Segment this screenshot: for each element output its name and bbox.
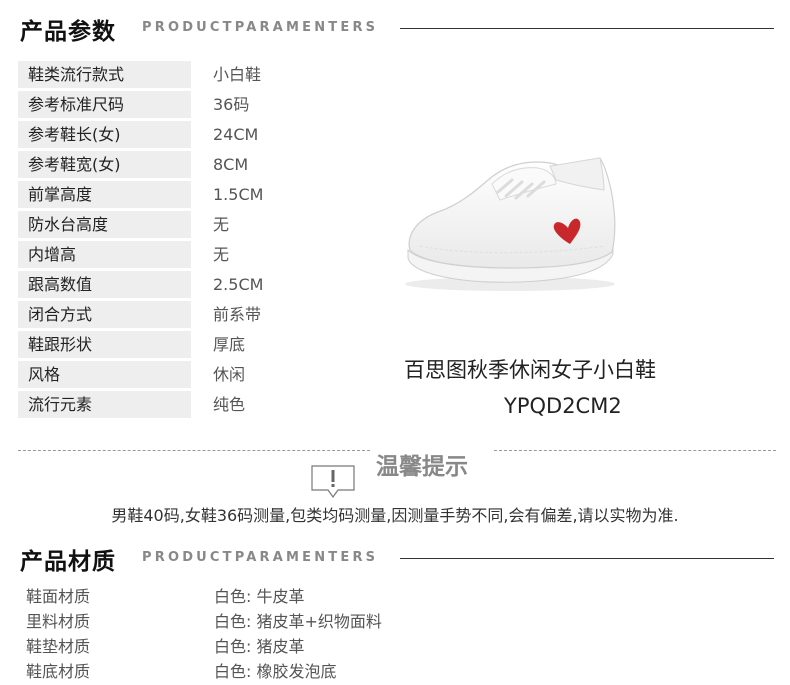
material-value: 白色: 猪皮革 <box>214 637 305 656</box>
param-value: 36码 <box>213 95 250 114</box>
material-value: 白色: 猪皮革+织物面料 <box>214 612 382 631</box>
materials-table: 鞋面材质 白色: 牛皮革 里料材质 白色: 猪皮革+织物面料 鞋垫材质 白色: … <box>26 585 726 685</box>
param-key: 闭合方式 <box>18 301 191 328</box>
material-key: 鞋底材质 <box>26 662 91 681</box>
param-row: 鞋跟形状 厚底 <box>18 330 378 360</box>
material-row: 鞋垫材质 白色: 猪皮革 <box>26 635 726 660</box>
materials-section-subtitle: PRODUCTPARAMENTERS <box>142 550 379 565</box>
param-key: 参考鞋宽(女) <box>18 151 191 178</box>
param-row: 风格 休闲 <box>18 360 378 390</box>
param-row: 跟高数值 2.5CM <box>18 270 378 300</box>
param-key: 流行元素 <box>18 391 191 418</box>
materials-section-title: 产品材质 <box>20 549 116 575</box>
params-section-rule <box>400 28 774 29</box>
param-value: 无 <box>213 245 230 264</box>
material-row: 里料材质 白色: 猪皮革+织物面料 <box>26 610 726 635</box>
param-value: 纯色 <box>213 395 246 414</box>
param-key: 防水台高度 <box>18 211 191 238</box>
shoe-product-image <box>405 157 616 291</box>
param-row: 内增高 无 <box>18 240 378 270</box>
param-value: 前系带 <box>213 305 262 324</box>
param-key: 前掌高度 <box>18 181 191 208</box>
param-key: 鞋跟形状 <box>18 331 191 358</box>
param-row: 防水台高度 无 <box>18 210 378 240</box>
material-row: 鞋面材质 白色: 牛皮革 <box>26 585 726 610</box>
param-row: 前掌高度 1.5CM <box>18 180 378 210</box>
params-table: 鞋类流行款式 小白鞋 参考标准尺码 36码 参考鞋长(女) 24CM 参考鞋宽(… <box>18 60 378 420</box>
param-value: 休闲 <box>213 365 246 384</box>
param-row: 流行元素 纯色 <box>18 390 378 420</box>
param-value: 1.5CM <box>213 185 264 204</box>
param-value: 24CM <box>213 125 259 144</box>
material-key: 鞋垫材质 <box>26 637 91 656</box>
materials-section-header: 产品材质 PRODUCTPARAMENTERS <box>20 536 780 576</box>
param-value: 小白鞋 <box>213 65 262 84</box>
materials-section-rule <box>400 558 774 559</box>
tip-text: 男鞋40码,女鞋36码测量,包类均码测量,因测量手势不同,会有偏差,请以实物为准… <box>111 506 679 525</box>
param-key: 参考标准尺码 <box>18 91 191 118</box>
param-row: 参考鞋宽(女) 8CM <box>18 150 378 180</box>
material-row: 鞋底材质 白色: 橡胶发泡底 <box>26 660 726 685</box>
material-value: 白色: 牛皮革 <box>214 587 305 606</box>
param-row: 闭合方式 前系带 <box>18 300 378 330</box>
params-section-title: 产品参数 <box>20 19 116 45</box>
param-key: 内增高 <box>18 241 191 268</box>
param-row: 参考标准尺码 36码 <box>18 90 378 120</box>
param-row: 参考鞋长(女) 24CM <box>18 120 378 150</box>
param-value: 厚底 <box>213 335 246 354</box>
product-caption: 百思图秋季休闲女子小白鞋 <box>404 358 656 382</box>
param-row: 鞋类流行款式 小白鞋 <box>18 60 378 90</box>
material-key: 里料材质 <box>26 612 91 631</box>
param-value: 无 <box>213 215 230 234</box>
exclamation-bubble-icon <box>311 465 355 499</box>
param-value: 8CM <box>213 155 249 174</box>
params-section-subtitle: PRODUCTPARAMENTERS <box>142 20 379 35</box>
material-value: 白色: 橡胶发泡底 <box>214 662 337 681</box>
param-key: 跟高数值 <box>18 271 191 298</box>
param-key: 鞋类流行款式 <box>18 61 191 88</box>
tip-divider-left <box>18 450 370 451</box>
param-value: 2.5CM <box>213 275 264 294</box>
tip-title: 温馨提示 <box>376 454 468 480</box>
param-key: 参考鞋长(女) <box>18 121 191 148</box>
params-section-header: 产品参数 PRODUCTPARAMENTERS <box>20 6 780 46</box>
product-model-number: YPQD2CM2 <box>504 394 622 418</box>
tip-divider-right <box>494 450 776 451</box>
material-key: 鞋面材质 <box>26 587 91 606</box>
param-key: 风格 <box>18 361 191 388</box>
